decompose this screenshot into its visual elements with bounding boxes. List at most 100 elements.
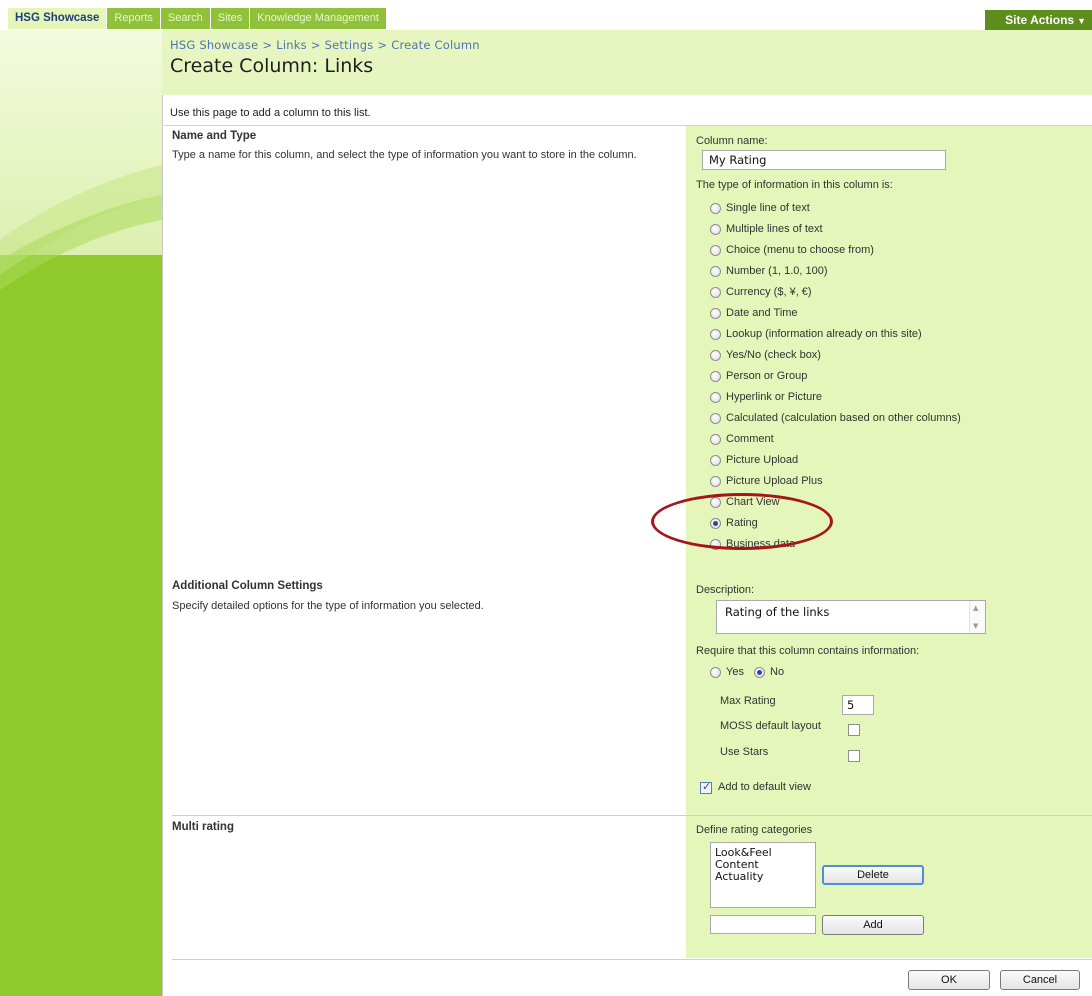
type-option-picture-upload-plus[interactable]: Picture Upload Plus [710, 475, 823, 487]
require-yes-option[interactable]: Yes [710, 666, 744, 678]
type-option-currency[interactable]: Currency ($, ¥, €) [710, 286, 812, 298]
use-stars-label: Use Stars [720, 746, 769, 758]
textarea-scrollbar[interactable]: ▲ ▼ [969, 601, 985, 633]
radio-button[interactable] [710, 286, 721, 298]
require-information-label: Require that this column contains inform… [696, 645, 920, 657]
breadcrumb-link-hsg-showcase[interactable]: HSG Showcase [170, 38, 258, 52]
tab-sites[interactable]: Sites [210, 8, 251, 29]
radio-button[interactable] [710, 202, 721, 214]
moss-default-layout-label: MOSS default layout [720, 720, 821, 732]
add-category-button[interactable]: Add [822, 915, 924, 935]
type-option-comment[interactable]: Comment [710, 433, 774, 445]
tab-search[interactable]: Search [160, 8, 211, 29]
type-option-date-time[interactable]: Date and Time [710, 307, 798, 319]
type-option-choice[interactable]: Choice (menu to choose from) [710, 244, 874, 256]
radio-button[interactable] [710, 265, 721, 277]
settings-panel: Column name: My Rating The type of infor… [686, 126, 1092, 815]
radio-button[interactable] [710, 412, 721, 424]
left-navigation-panel [0, 30, 162, 996]
ok-button[interactable]: OK [908, 970, 990, 990]
type-option-label: Currency ($, ¥, €) [726, 286, 812, 298]
max-rating-input[interactable]: 5 [842, 695, 874, 715]
radio-button[interactable] [710, 391, 721, 403]
radio-button[interactable] [710, 370, 721, 382]
list-item[interactable]: Actuality [715, 871, 811, 883]
tab-reports[interactable]: Reports [107, 8, 161, 29]
type-option-person-group[interactable]: Person or Group [710, 370, 807, 382]
tab-knowledge-management[interactable]: Knowledge Management [250, 8, 387, 29]
type-option-label: Yes/No (check box) [726, 349, 821, 361]
divider [172, 959, 1092, 960]
scroll-down-arrow-icon[interactable]: ▼ [973, 622, 978, 630]
description-value: Rating of the links [725, 605, 830, 619]
require-no-option[interactable]: No [754, 666, 784, 678]
rating-categories-listbox[interactable]: Look&Feel Content Actuality [710, 842, 816, 908]
add-to-default-view-label: Add to default view [718, 781, 811, 793]
radio-button[interactable] [710, 223, 721, 235]
breadcrumb-link-links[interactable]: Links [276, 38, 307, 52]
use-stars-checkbox[interactable] [848, 750, 860, 762]
breadcrumb: HSG Showcase > Links > Settings > Create Colum… [170, 38, 480, 52]
radio-button[interactable] [710, 454, 721, 466]
type-option-yes-no[interactable]: Yes/No (check box) [710, 349, 821, 361]
radio-button[interactable] [710, 349, 721, 361]
type-option-calculated[interactable]: Calculated (calculation based on other c… [710, 412, 961, 424]
type-option-label: Choice (menu to choose from) [726, 244, 874, 256]
column-name-input[interactable]: My Rating [702, 150, 946, 170]
delete-category-button[interactable]: Delete [822, 865, 924, 885]
breadcrumb-current: Create Column [391, 38, 480, 52]
page-title: Create Column: Links [170, 55, 374, 77]
radio-button-selected[interactable] [754, 666, 765, 678]
section-title-additional-settings: Additional Column Settings [172, 580, 323, 592]
top-nav-tabs: HSG Showcase Reports Search Sites Knowle… [8, 8, 387, 29]
type-option-lookup[interactable]: Lookup (information already on this site… [710, 328, 922, 340]
description-label: Description: [696, 584, 755, 596]
type-option-label: Picture Upload Plus [726, 475, 823, 487]
radio-button[interactable] [710, 666, 721, 678]
type-option-label: Picture Upload [726, 454, 799, 466]
section-description-name-and-type: Type a name for this column, and select … [172, 149, 637, 161]
content-left-border [162, 95, 163, 996]
add-to-default-view-checkbox[interactable] [700, 780, 712, 794]
multi-rating-panel: Define rating categories Look&Feel Conte… [686, 816, 1092, 958]
type-option-hyperlink[interactable]: Hyperlink or Picture [710, 391, 822, 403]
breadcrumb-separator: > [310, 38, 321, 52]
type-option-label: Multiple lines of text [726, 223, 823, 235]
intro-text: Use this page to add a column to this li… [170, 107, 371, 119]
scroll-up-arrow-icon[interactable]: ▲ [973, 604, 978, 612]
description-textarea[interactable]: Rating of the links ▲ ▼ [716, 600, 986, 634]
type-option-number[interactable]: Number (1, 1.0, 100) [710, 265, 828, 277]
type-option-multiple-lines[interactable]: Multiple lines of text [710, 223, 823, 235]
column-name-label: Column name: [696, 135, 768, 147]
column-type-label: The type of information in this column i… [696, 179, 893, 191]
radio-button[interactable] [710, 328, 721, 340]
radio-button[interactable] [710, 244, 721, 256]
type-option-label: Date and Time [726, 307, 798, 319]
max-rating-label: Max Rating [720, 695, 776, 707]
type-option-picture-upload[interactable]: Picture Upload [710, 454, 798, 466]
type-option-label: Single line of text [726, 202, 810, 214]
main-content: Use this page to add a column to this li… [162, 95, 1092, 996]
new-category-input[interactable] [710, 915, 816, 934]
type-option-label: Comment [726, 433, 774, 445]
radio-button[interactable] [710, 433, 721, 445]
type-option-label: Calculated (calculation based on other c… [726, 412, 961, 424]
cancel-button[interactable]: Cancel [1000, 970, 1080, 990]
type-option-label: Person or Group [726, 370, 808, 382]
section-description-additional-settings: Specify detailed options for the type of… [172, 600, 484, 612]
radio-button[interactable] [710, 475, 721, 487]
breadcrumb-link-settings[interactable]: Settings [325, 38, 374, 52]
chevron-down-icon: ▼ [1077, 16, 1086, 26]
page-title-area: HSG Showcase > Links > Settings > Create Colum… [162, 30, 1092, 95]
site-actions-label: Site Actions [1005, 13, 1075, 27]
moss-default-layout-checkbox[interactable] [848, 724, 860, 736]
top-navigation-bar: HSG Showcase Reports Search Sites Knowle… [0, 0, 1092, 31]
radio-button[interactable] [710, 307, 721, 319]
tab-hsg-showcase[interactable]: HSG Showcase [8, 8, 108, 29]
highlight-annotation-oval [651, 493, 833, 550]
site-actions-menu[interactable]: Site Actions ▼ [985, 10, 1092, 31]
section-title-multi-rating: Multi rating [172, 821, 234, 833]
breadcrumb-separator: > [377, 38, 388, 52]
type-option-single-line[interactable]: Single line of text [710, 202, 810, 214]
section-title-name-and-type: Name and Type [172, 130, 257, 142]
